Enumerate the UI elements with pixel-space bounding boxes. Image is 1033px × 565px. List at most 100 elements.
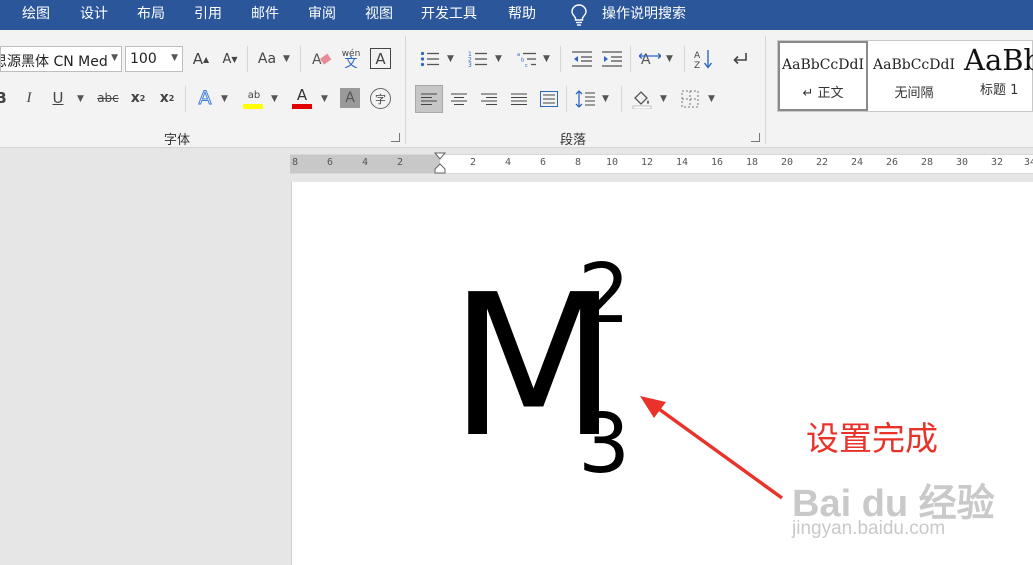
chevron-down-icon[interactable]: ▼ [109,53,118,63]
subscript-button[interactable]: x2 [128,87,148,109]
font-size-combobox[interactable]: 100 ▼ [125,46,183,72]
style-heading-1-preview: AaBb [964,43,1033,77]
line-spacing-icon [575,90,595,108]
horizontal-ruler[interactable]: 8 6 4 2 2 4 6 8 10 12 14 16 18 20 22 24 … [290,152,1033,174]
style-heading-1[interactable]: AaBb 标题 1 [960,41,1033,111]
divider [300,46,301,72]
subscript-icon: x [130,90,140,106]
character-shading-button[interactable]: A [340,88,360,108]
italic-button[interactable]: I [20,87,38,109]
bold-button[interactable]: B [0,87,8,109]
enclose-characters-button[interactable]: 字 [370,88,391,109]
clear-formatting-button[interactable]: A [310,48,334,70]
chevron-down-icon[interactable]: ▼ [495,54,502,64]
shrink-font-button[interactable]: A ▼ [219,48,241,70]
tab-review[interactable]: 审阅 [308,0,336,30]
chevron-down-icon[interactable]: ▼ [543,54,550,64]
tab-draw[interactable]: 绘图 [22,0,50,30]
chevron-down-icon[interactable]: ▼ [271,94,278,104]
font-name-combobox[interactable]: 思源黑体 CN Med ▼ [0,46,122,72]
change-case-button[interactable]: Aa [255,48,279,70]
ruler-number: 10 [606,157,619,168]
underline-button[interactable]: U [49,87,67,109]
style-normal-preview: AaBbCcDdI [782,57,864,73]
chevron-down-icon[interactable]: ▼ [171,53,178,63]
chevron-down-icon[interactable]: ▼ [602,94,609,104]
tab-layout[interactable]: 布局 [137,0,165,30]
bullets-button[interactable] [418,48,442,70]
tab-help[interactable]: 帮助 [508,0,536,30]
tab-design[interactable]: 设计 [80,0,108,30]
chevron-down-icon[interactable]: ▼ [708,94,715,104]
ruler-number: 28 [921,157,934,168]
chevron-down-icon[interactable]: ▼ [221,94,228,104]
borders-icon [681,90,699,108]
multilevel-list-icon: abc [517,52,536,67]
document-superscript[interactable]: 2 [578,250,630,340]
align-center-icon [451,93,467,105]
grow-font-icon: A [192,50,204,68]
bullet-list-icon [420,51,439,67]
highlight-color-button[interactable]: ab [242,84,266,110]
sort-button[interactable]: AZ [693,47,715,71]
chevron-down-icon[interactable]: ▼ [321,94,328,104]
increase-indent-button[interactable] [600,48,624,70]
document-subscript[interactable]: 3 [578,400,630,490]
text-effects-button[interactable]: A [194,86,216,110]
distributed-button[interactable] [537,86,561,112]
highlight-color-swatch [243,104,263,109]
ruler-number: 4 [505,157,512,168]
align-left-button[interactable] [415,85,443,113]
font-size-value: 100 [130,51,157,67]
chevron-down-icon[interactable]: ▼ [660,94,667,104]
chevron-down-icon[interactable]: ▼ [447,54,454,64]
chevron-down-icon[interactable]: ▼ [283,54,290,64]
style-normal[interactable]: AaBbCcDdI ↵ 正文 [778,41,868,111]
chevron-down-icon[interactable]: ▼ [77,94,84,104]
align-right-button[interactable] [478,87,500,111]
show-hide-marks-button[interactable] [728,48,752,70]
annotation-text: 设置完成 [806,419,938,458]
ruler-number: 30 [956,157,969,168]
font-group-label: 字体 [164,133,191,148]
chevron-down-icon[interactable]: ▼ [666,54,673,64]
borders-button[interactable] [678,87,702,111]
ruler-number: 18 [746,157,759,168]
text-direction-button[interactable]: A [638,48,662,70]
styles-gallery[interactable]: AaBbCcDdI ↵ 正文 AaBbCcDdI 无间隔 AaBb 标题 1 [777,40,1033,112]
shading-button[interactable] [630,86,654,112]
subscript-mark: 2 [139,93,146,103]
tab-mailings[interactable]: 邮件 [251,0,279,30]
strikethrough-button[interactable]: abc [95,87,121,109]
justify-button[interactable] [508,87,530,111]
svg-text:A: A [641,52,651,67]
menu-bar: 绘图 设计 布局 引用 邮件 审阅 视图 开发工具 帮助 操作说明搜索 [0,0,1033,30]
tab-developer[interactable]: 开发工具 [421,0,477,30]
superscript-button[interactable]: x2 [157,87,177,109]
line-spacing-button[interactable] [573,87,597,111]
multilevel-list-button[interactable]: abc [515,48,539,70]
eraser-icon: A [312,52,332,68]
decrease-indent-icon [572,51,592,67]
first-line-indent-marker[interactable] [433,152,447,180]
character-border-button[interactable]: A [370,48,391,69]
font-color-button[interactable]: A [290,84,314,110]
align-center-button[interactable] [448,87,470,111]
style-no-spacing[interactable]: AaBbCcDdI 无间隔 [870,41,958,111]
ruler-number: 6 [327,157,334,168]
ruler-number: 8 [292,157,299,168]
ruler-number: 2 [397,157,404,168]
tell-me-search[interactable]: 操作说明搜索 [602,0,686,30]
ruler-number: 32 [991,157,1004,168]
grow-font-button[interactable]: A ▲ [190,48,212,70]
lightbulb-icon[interactable] [571,4,587,30]
font-dialog-launcher-icon[interactable] [391,133,400,142]
ruler-number: 20 [781,157,794,168]
numbering-button[interactable]: 123 [466,48,490,70]
phonetic-guide-button[interactable]: wén 文 [340,46,362,72]
paragraph-dialog-launcher-icon[interactable] [751,133,760,142]
font-name-value: 思源黑体 CN Med [0,54,108,70]
decrease-indent-button[interactable] [570,48,594,70]
tab-references[interactable]: 引用 [194,0,222,30]
tab-view[interactable]: 视图 [365,0,393,30]
